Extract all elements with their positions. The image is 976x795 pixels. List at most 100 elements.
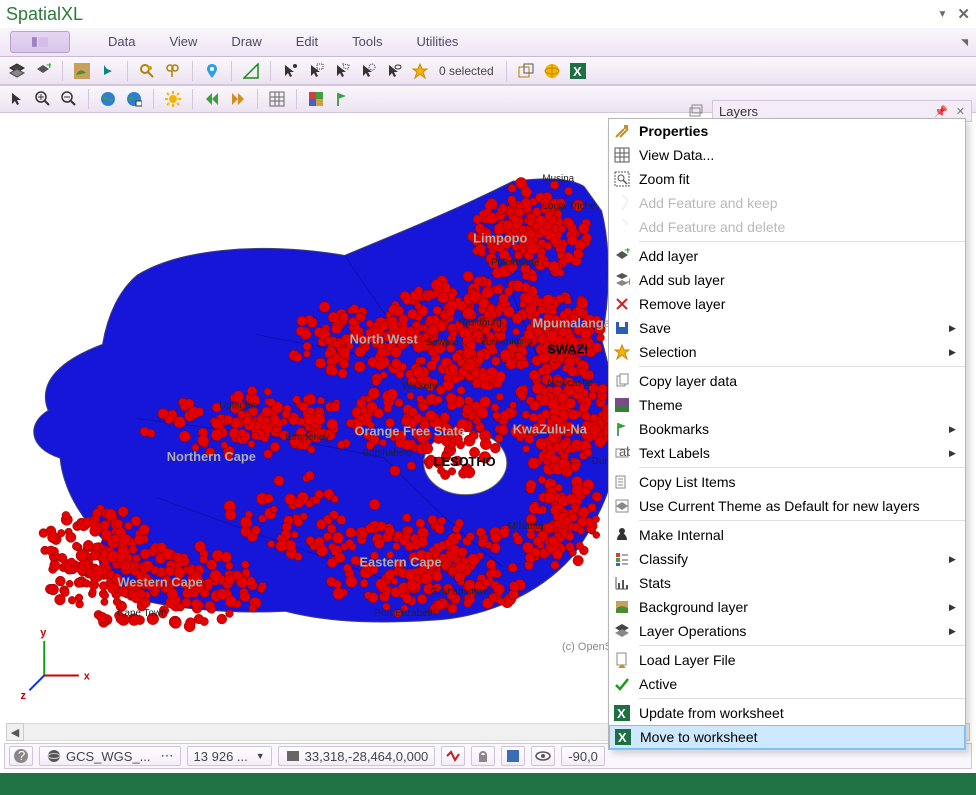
- ribbon-menu: Data View Draw Edit Tools Utilities ◥: [0, 28, 976, 56]
- ctx-classify[interactable]: Classify▶: [609, 547, 965, 571]
- city-kimberley: Kimberley: [285, 432, 329, 443]
- grid-icon[interactable]: [266, 88, 288, 110]
- menu-utilities[interactable]: Utilities: [401, 28, 475, 56]
- select-rect-icon[interactable]: [305, 60, 327, 82]
- zoom-to-sel-icon[interactable]: [515, 60, 537, 82]
- star-icon: [609, 344, 635, 360]
- ctx-bookmarks[interactable]: Bookmarks▶: [609, 417, 965, 441]
- ctx-load-layer-file[interactable]: Load Layer File: [609, 648, 965, 672]
- select-star-icon[interactable]: [409, 60, 431, 82]
- ctx-use-current-theme-as-default-for-new-layers[interactable]: Use Current Theme as Default for new lay…: [609, 494, 965, 518]
- layers-title: Layers: [719, 104, 926, 119]
- cursor-icon[interactable]: [6, 88, 28, 110]
- close-panel-icon[interactable]: ✕: [956, 105, 965, 118]
- menu-edit[interactable]: Edit: [280, 28, 334, 56]
- save-icon: [609, 320, 635, 336]
- ctx-add-sub-layer[interactable]: +Add sub layer: [609, 268, 965, 292]
- select-lasso-icon[interactable]: [357, 60, 379, 82]
- ctx-make-internal[interactable]: Make Internal: [609, 523, 965, 547]
- axis-x: x: [84, 670, 90, 682]
- find-icon[interactable]: [136, 60, 158, 82]
- eye-icon[interactable]: [531, 746, 555, 766]
- coords-indicator[interactable]: 33,318,-28,464,0,000: [278, 746, 436, 766]
- menu-draw[interactable]: Draw: [215, 28, 277, 56]
- help-icon[interactable]: ?: [9, 746, 33, 766]
- ctx-label: Zoom fit: [635, 171, 949, 187]
- ctx-add-layer[interactable]: +Add layer: [609, 244, 965, 268]
- menu-data[interactable]: Data: [92, 28, 151, 56]
- ctx-update-from-worksheet[interactable]: XUpdate from worksheet: [609, 701, 965, 725]
- city-welkom: Welkom: [402, 381, 437, 392]
- city-upington: Upington: [219, 401, 259, 412]
- globe-layer-icon[interactable]: [123, 88, 145, 110]
- ctx-remove-layer[interactable]: Remove layer: [609, 292, 965, 316]
- copylist-icon: [609, 474, 635, 490]
- globe-full-icon[interactable]: [97, 88, 119, 110]
- ctx-view-data-[interactable]: View Data...: [609, 143, 965, 167]
- filter-icon[interactable]: [162, 60, 184, 82]
- prev-extent-icon[interactable]: [201, 88, 223, 110]
- svg-text:X: X: [617, 706, 626, 721]
- snap-icon[interactable]: [441, 746, 465, 766]
- label-freestate: Orange Free State: [355, 423, 466, 438]
- scale-indicator[interactable]: 13 926 ...▼: [187, 746, 272, 766]
- close-icon[interactable]: ✕: [957, 5, 970, 23]
- ctx-text-labels[interactable]: abText Labels▶: [609, 441, 965, 465]
- save-status-icon[interactable]: [501, 746, 525, 766]
- ctx-selection[interactable]: Selection▶: [609, 340, 965, 364]
- theme-icon[interactable]: [305, 88, 327, 110]
- add-layer-icon[interactable]: +: [32, 60, 54, 82]
- ctx-layer-operations[interactable]: Layer Operations▶: [609, 619, 965, 643]
- zoom-out-icon[interactable]: [58, 88, 80, 110]
- measure-icon[interactable]: [240, 60, 262, 82]
- select-circle-icon[interactable]: [383, 60, 405, 82]
- ribbon-collapse-icon[interactable]: ◥: [961, 37, 968, 48]
- svg-text:X: X: [618, 730, 627, 745]
- ctx-stats[interactable]: Stats: [609, 571, 965, 595]
- layer-icon[interactable]: [6, 60, 28, 82]
- menu-view[interactable]: View: [153, 28, 213, 56]
- submenu-arrow-icon: ▶: [949, 554, 965, 565]
- pin-icon[interactable]: [201, 60, 223, 82]
- globe-icon[interactable]: [541, 60, 563, 82]
- ribbon-file-button[interactable]: [10, 31, 70, 53]
- ctx-properties[interactable]: Properties: [609, 119, 965, 143]
- ctx-save[interactable]: Save▶: [609, 316, 965, 340]
- flag-icon[interactable]: [331, 88, 353, 110]
- label-limpopo: Limpopo: [473, 231, 527, 246]
- crs-indicator[interactable]: GCS_WGS_...⋯: [39, 746, 181, 766]
- next-extent-icon[interactable]: [227, 88, 249, 110]
- label-westerncape: Western Cape: [117, 575, 202, 590]
- titlebar-dropdown[interactable]: ▼: [938, 9, 948, 20]
- classify-icon: [609, 551, 635, 567]
- excel-icon[interactable]: X: [567, 60, 589, 82]
- axis-y: y: [40, 627, 46, 639]
- ctx-move-to-worksheet[interactable]: XMove to worksheet: [609, 725, 965, 749]
- pin-panel-icon[interactable]: 📌: [934, 105, 948, 118]
- menu-tools[interactable]: Tools: [336, 28, 398, 56]
- ctx-label: Save: [635, 320, 949, 336]
- gear-icon[interactable]: [162, 88, 184, 110]
- ctx-zoom-fit[interactable]: Zoom fit: [609, 167, 965, 191]
- lock-icon[interactable]: [471, 746, 495, 766]
- zoom-in-icon[interactable]: [32, 88, 54, 110]
- ctx-label: View Data...: [635, 147, 949, 163]
- ctx-active[interactable]: Active: [609, 672, 965, 696]
- ctx-label: Text Labels: [635, 445, 949, 461]
- select-point-icon[interactable]: [279, 60, 301, 82]
- ctx-label: Copy List Items: [635, 474, 949, 490]
- ctx-background-layer[interactable]: Background layer▶: [609, 595, 965, 619]
- ctx-copy-layer-data[interactable]: Copy layer data: [609, 369, 965, 393]
- ctx-add-feature-and-keep: Add Feature and keep: [609, 191, 965, 215]
- loadfile-icon: [609, 652, 635, 668]
- select-poly-icon[interactable]: [331, 60, 353, 82]
- extent-indicator[interactable]: -90,0: [561, 746, 605, 766]
- excel-icon: X: [610, 729, 636, 745]
- label-easterncape: Eastern Cape: [360, 555, 442, 570]
- ctx-theme[interactable]: Theme: [609, 393, 965, 417]
- bglayer-icon: [609, 599, 635, 615]
- globe-earth-icon[interactable]: [71, 60, 93, 82]
- ctx-copy-list-items[interactable]: Copy List Items: [609, 470, 965, 494]
- bing-icon[interactable]: [97, 60, 119, 82]
- scroll-left-icon[interactable]: ◀: [6, 723, 24, 741]
